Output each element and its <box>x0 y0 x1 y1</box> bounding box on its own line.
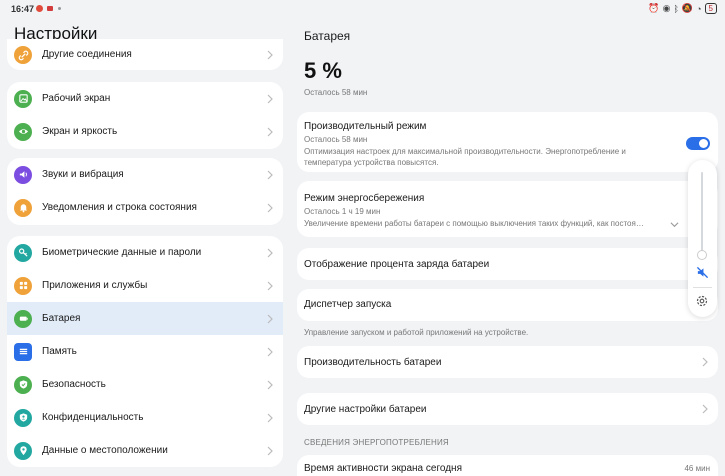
sidebar-item-security[interactable]: Безопасность <box>7 368 283 401</box>
screen-time-row[interactable]: Время активности экрана сегодня 46 мин <box>297 455 718 476</box>
sidebar-item-other-connections[interactable]: Другие соединения <box>7 39 283 70</box>
chevron-right-icon <box>267 50 273 59</box>
sidebar-item-label: Конфиденциальность <box>42 412 144 423</box>
sidebar-item-biometrics[interactable]: Биометрические данные и пароли <box>7 236 283 269</box>
performance-mode-row[interactable]: Производительный режим Осталось 58 мин О… <box>297 112 718 172</box>
show-percent-row[interactable]: Отображение процента заряда батареи <box>297 248 718 280</box>
sidebar-item-label: Данные о местоположении <box>42 445 168 456</box>
power-saving-desc: Увеличение времени работы батареи с помо… <box>304 219 644 228</box>
shield-icon <box>14 375 32 394</box>
sidebar-item-apps[interactable]: Приложения и службы <box>7 269 283 302</box>
battery-percent: 5 % <box>304 58 342 83</box>
performance-mode-desc: Оптимизация настроек для максимальной пр… <box>304 147 626 167</box>
eye-icon <box>14 122 32 141</box>
chevron-right-icon <box>267 446 273 455</box>
chevron-right-icon <box>267 281 273 290</box>
power-saving-sub: Осталось 1 ч 19 мин <box>304 207 381 216</box>
status-bar: 16:47 ⏰ ◉ ᛒ 🔕 ◔ 5 <box>0 0 725 18</box>
sidebar-item-label: Звуки и вибрация <box>42 169 124 180</box>
battery-icon <box>14 309 32 328</box>
sidebar-item-label: Батарея <box>42 313 81 324</box>
sidebar-item-privacy[interactable]: Конфиденциальность <box>7 401 283 434</box>
launch-manager-note: Управление запуском и работой приложений… <box>304 328 529 337</box>
sidebar-item-display[interactable]: Экран и яркость <box>7 115 283 148</box>
battery-level-icon: 5 <box>704 3 717 14</box>
sidebar-item-label: Приложения и службы <box>42 280 148 291</box>
nfc-icon: ◉ <box>662 3 671 13</box>
muted-speaker-icon[interactable] <box>696 266 709 279</box>
image-icon <box>14 89 32 108</box>
gear-icon[interactable] <box>695 294 709 308</box>
settings-group: Рабочий экран Экран и яркость <box>7 82 283 149</box>
link-icon <box>14 46 32 64</box>
other-battery-settings-label: Другие настройки батареи <box>304 404 427 415</box>
mute-icon: 🔕 <box>681 3 694 13</box>
power-saving-title: Режим энергосбережения <box>304 193 425 204</box>
sidebar-item-label: Биометрические данные и пароли <box>42 247 202 258</box>
show-percent-label: Отображение процента заряда батареи <box>304 259 490 270</box>
location-icon <box>14 441 32 460</box>
sidebar-item-label: Уведомления и строка состояния <box>42 202 197 213</box>
screen-time-label: Время активности экрана сегодня <box>304 463 462 474</box>
chevron-right-icon <box>267 248 273 257</box>
sidebar-item-home-screen[interactable]: Рабочий экран <box>7 82 283 115</box>
chevron-right-icon <box>267 314 273 323</box>
memory-icon <box>14 342 32 361</box>
battery-performance-row[interactable]: Производительность батареи <box>297 346 718 378</box>
notification-icon <box>58 7 61 10</box>
settings-group: Биометрические данные и пароли Приложени… <box>7 236 283 467</box>
volume-slider-handle[interactable] <box>697 250 707 260</box>
notification-icon <box>47 6 53 11</box>
chevron-right-icon <box>267 170 273 179</box>
chevron-right-icon <box>702 357 708 367</box>
alarm-icon: ⏰ <box>648 3 660 13</box>
sidebar-item-location[interactable]: Данные о местоположении <box>7 434 283 467</box>
sidebar-item-notifications[interactable]: Уведомления и строка состояния <box>7 191 283 224</box>
chevron-right-icon <box>267 347 273 356</box>
sidebar-item-label: Память <box>42 346 77 357</box>
launch-manager-row[interactable]: Диспетчер запуска <box>297 289 718 321</box>
sidebar-item-sounds[interactable]: Звуки и вибрация <box>7 158 283 191</box>
notification-icon <box>36 5 43 12</box>
launch-manager-label: Диспетчер запуска <box>304 299 392 310</box>
status-time: 16:47 <box>11 4 35 14</box>
wifi-icon: ◔ <box>696 3 702 14</box>
chevron-down-icon[interactable] <box>670 220 679 229</box>
sidebar-item-battery[interactable]: Батарея <box>7 302 283 335</box>
settings-group: Другие соединения <box>7 39 283 70</box>
sidebar-item-label: Экран и яркость <box>42 126 118 137</box>
performance-mode-sub: Осталось 58 мин <box>304 135 368 144</box>
sidebar-item-label: Безопасность <box>42 379 106 390</box>
volume-slider-track[interactable] <box>701 172 703 256</box>
performance-mode-toggle[interactable] <box>686 137 710 150</box>
sidebar-item-label: Рабочий экран <box>42 93 111 104</box>
divider <box>693 287 712 288</box>
key-icon <box>14 243 32 262</box>
speaker-icon <box>14 165 32 184</box>
sidebar-item-memory[interactable]: Память <box>7 335 283 368</box>
chevron-right-icon <box>267 413 273 422</box>
performance-mode-title: Производительный режим <box>304 121 427 132</box>
bluetooth-icon: ᛒ <box>673 3 679 14</box>
sidebar-item-label: Другие соединения <box>42 49 132 60</box>
apps-icon <box>14 276 32 295</box>
chevron-right-icon <box>267 203 273 212</box>
chevron-right-icon <box>702 404 708 414</box>
battery-performance-label: Производительность батареи <box>304 357 442 368</box>
privacy-icon <box>14 408 32 427</box>
section-title: Батарея <box>304 29 351 43</box>
chevron-right-icon <box>267 127 273 136</box>
chevron-right-icon <box>267 94 273 103</box>
bell-icon <box>14 198 32 217</box>
battery-remaining: Осталось 58 мин <box>304 88 368 97</box>
settings-group: Звуки и вибрация Уведомления и строка со… <box>7 158 283 225</box>
section-header: СВЕДЕНИЯ ЭНЕРГОПОТРЕБЛЕНИЯ <box>304 438 449 447</box>
chevron-right-icon <box>267 380 273 389</box>
screen-time-value: 46 мин <box>684 464 710 473</box>
power-saving-row[interactable]: Режим энергосбережения Осталось 1 ч 19 м… <box>297 181 718 237</box>
other-battery-settings-row[interactable]: Другие настройки батареи <box>297 393 718 425</box>
volume-panel <box>688 160 717 317</box>
